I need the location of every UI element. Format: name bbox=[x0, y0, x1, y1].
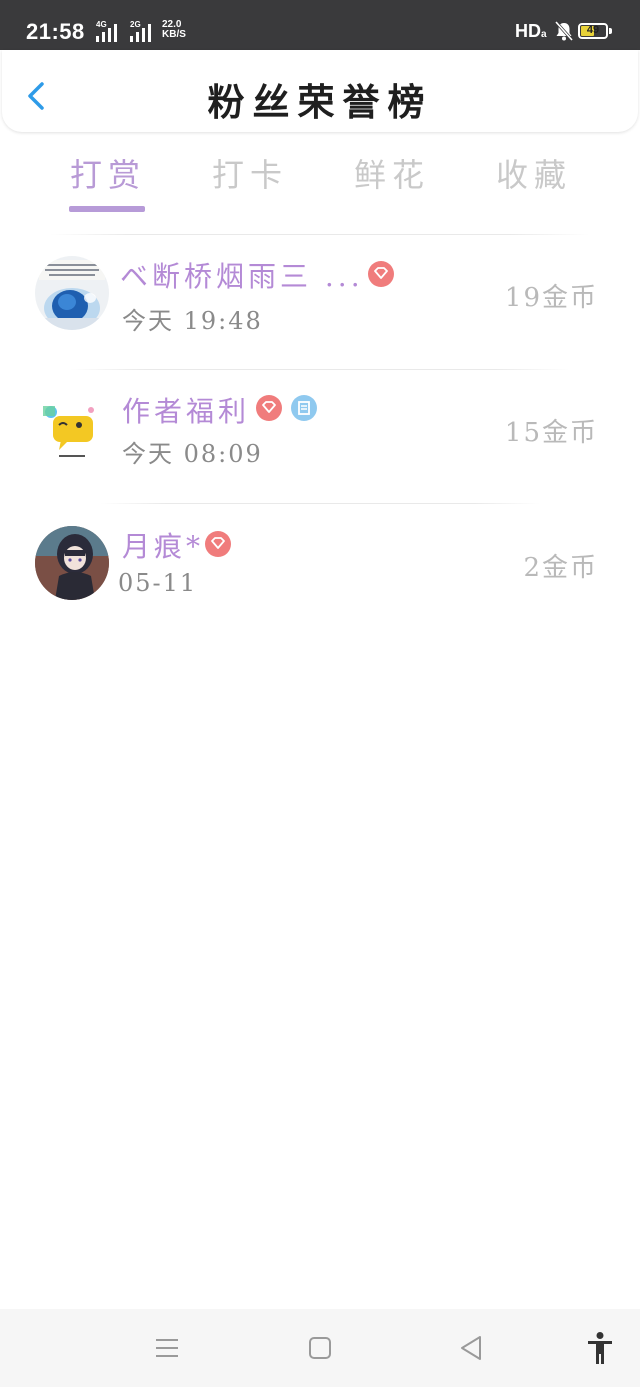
reward-time: 05-11 bbox=[118, 569, 198, 597]
tab-indicator bbox=[69, 206, 145, 212]
avatar bbox=[35, 256, 109, 330]
home-icon[interactable] bbox=[308, 1336, 332, 1360]
fan-name[interactable]: ベ断桥烟雨三 ... bbox=[120, 255, 364, 295]
accessibility-icon[interactable] bbox=[585, 1331, 615, 1365]
avatar bbox=[35, 526, 109, 600]
status-bar: 21:58 4G 2G 22.0 KB/S HDa 49 bbox=[0, 0, 640, 50]
diamond-badge-icon bbox=[205, 531, 231, 557]
tab-flowers[interactable]: 鲜花 bbox=[332, 150, 452, 196]
reward-amount: 19金币 bbox=[504, 283, 598, 313]
fan-list-item[interactable]: 作者福利 今天 08:09 15金币 bbox=[0, 370, 640, 504]
reward-time: 今天 08:09 bbox=[122, 440, 263, 468]
battery-icon: 49 bbox=[578, 23, 608, 39]
signal-4g-icon: 4G bbox=[88, 20, 126, 42]
page-header: 粉丝荣誉榜 bbox=[2, 50, 638, 132]
divider bbox=[100, 503, 540, 504]
diamond-badge-icon bbox=[368, 261, 394, 287]
official-badge-icon bbox=[291, 395, 317, 421]
tab-reward[interactable]: 打赏 bbox=[48, 150, 168, 196]
net-speed: 22.0 KB/S bbox=[162, 19, 186, 40]
status-time: 21:58 bbox=[26, 19, 85, 44]
back-icon[interactable] bbox=[458, 1334, 484, 1362]
fan-list-item[interactable]: 月痕* 05-11 2金币 bbox=[0, 505, 640, 639]
page-title: 粉丝荣誉榜 bbox=[207, 80, 433, 124]
reward-amount: 2金币 bbox=[523, 553, 598, 583]
system-nav-bar bbox=[0, 1309, 640, 1387]
tab-favorites[interactable]: 收藏 bbox=[474, 150, 594, 196]
fan-name[interactable]: 月痕* bbox=[122, 525, 204, 565]
hd-indicator: HDa bbox=[515, 21, 547, 41]
fan-name[interactable]: 作者福利 bbox=[122, 390, 250, 430]
menu-icon[interactable] bbox=[154, 1335, 180, 1361]
reward-amount: 15金币 bbox=[504, 418, 598, 448]
avatar bbox=[35, 392, 109, 466]
signal-2g-icon: 2G bbox=[128, 20, 160, 42]
tab-checkin[interactable]: 打卡 bbox=[190, 150, 310, 196]
fan-list-item[interactable]: ベ断桥烟雨三 ... 今天 19:48 19金币 bbox=[0, 235, 640, 369]
reward-time: 今天 19:48 bbox=[122, 307, 263, 335]
diamond-badge-icon bbox=[256, 395, 282, 421]
bell-muted-icon bbox=[554, 21, 574, 41]
